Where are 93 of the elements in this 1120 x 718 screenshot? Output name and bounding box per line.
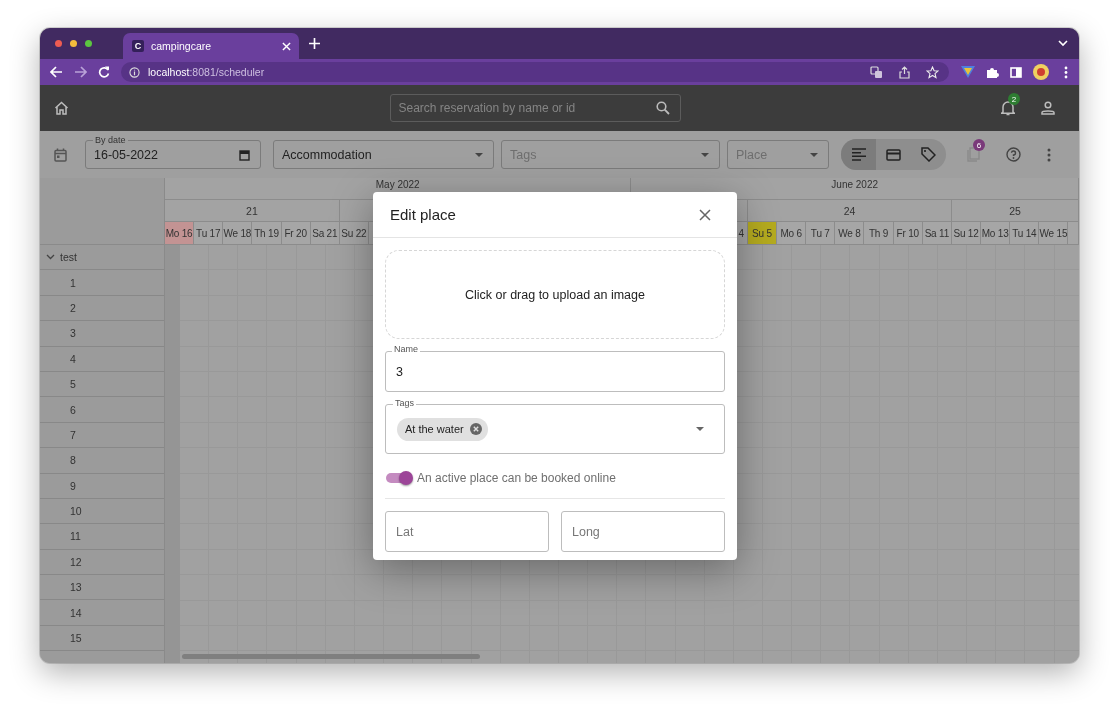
avatar-icon[interactable] bbox=[1033, 64, 1049, 80]
browser-tab[interactable]: C campingcare bbox=[123, 33, 299, 59]
caret-icon bbox=[810, 152, 818, 157]
reload-icon[interactable] bbox=[98, 66, 110, 78]
resource-row[interactable]: 7 bbox=[40, 422, 164, 449]
date-value: 16-05-2022 bbox=[94, 147, 159, 162]
help-icon[interactable] bbox=[1006, 147, 1021, 162]
person-icon[interactable] bbox=[1041, 101, 1055, 115]
puzzle-icon[interactable] bbox=[986, 65, 999, 79]
month-header: June 2022 bbox=[631, 178, 1079, 200]
search-icon bbox=[655, 101, 670, 115]
resource-row[interactable]: 15 bbox=[40, 625, 164, 652]
align-left-icon bbox=[851, 148, 866, 161]
tag-icon bbox=[921, 147, 936, 162]
resource-row[interactable]: 9 bbox=[40, 473, 164, 499]
close-window-icon[interactable] bbox=[55, 40, 62, 47]
document-icon[interactable] bbox=[967, 147, 980, 162]
day-header[interactable]: Sa 21 bbox=[310, 222, 340, 245]
address-bar[interactable]: localhost:8081/scheduler bbox=[121, 62, 949, 82]
documents-badge: 6 bbox=[973, 139, 985, 151]
sidebar-icon[interactable] bbox=[1010, 66, 1022, 78]
day-header[interactable]: Sa 11 bbox=[922, 222, 952, 245]
week-header: 21 bbox=[165, 200, 340, 222]
favicon: C bbox=[132, 40, 144, 52]
caret-icon bbox=[475, 152, 483, 157]
info-icon bbox=[129, 66, 140, 78]
resource-row[interactable]: 12 bbox=[40, 549, 164, 576]
day-header[interactable]: Tu 7 bbox=[806, 222, 836, 245]
longitude-field[interactable]: Long bbox=[561, 511, 725, 552]
accommodation-select[interactable]: Accommodation bbox=[273, 140, 494, 169]
minimize-window-icon[interactable] bbox=[70, 40, 77, 47]
week-header: 25 bbox=[952, 200, 1079, 222]
credit-card-icon bbox=[886, 148, 901, 161]
translate-icon[interactable] bbox=[870, 65, 883, 79]
resource-row[interactable]: 4 bbox=[40, 346, 164, 372]
active-switch[interactable] bbox=[385, 471, 413, 485]
day-header[interactable]: Mo 6 bbox=[777, 222, 807, 245]
group-row[interactable]: test bbox=[40, 245, 164, 271]
dialog-title: Edit place bbox=[390, 206, 456, 223]
caret-icon bbox=[696, 427, 704, 431]
day-header[interactable]: Th 19 bbox=[252, 222, 282, 245]
name-field[interactable]: 3 bbox=[385, 351, 725, 392]
latitude-field[interactable]: Lat bbox=[385, 511, 549, 552]
day-header[interactable]: Su 5 bbox=[747, 222, 778, 245]
resource-row[interactable]: 10 bbox=[40, 498, 164, 525]
day-header[interactable]: Tu 17 bbox=[194, 222, 224, 245]
calendar-icon bbox=[239, 148, 250, 161]
resource-row[interactable]: 6 bbox=[40, 397, 164, 423]
bell-icon[interactable] bbox=[1001, 100, 1015, 116]
remove-icon[interactable] bbox=[469, 423, 482, 435]
resource-row[interactable]: 1 bbox=[40, 270, 164, 296]
back-icon[interactable] bbox=[50, 66, 63, 78]
resource-row[interactable]: 14 bbox=[40, 600, 164, 626]
day-header[interactable]: Fr 10 bbox=[893, 222, 923, 245]
day-header[interactable]: Fr 20 bbox=[281, 222, 311, 245]
resource-row[interactable]: 5 bbox=[40, 371, 164, 398]
share-icon[interactable] bbox=[899, 65, 910, 79]
maximize-window-icon[interactable] bbox=[85, 40, 92, 47]
resource-row[interactable]: 13 bbox=[40, 575, 164, 601]
menu-icon[interactable] bbox=[1064, 65, 1068, 79]
more-icon[interactable] bbox=[1047, 147, 1051, 162]
search-field[interactable]: Search reservation by name or id bbox=[389, 94, 681, 122]
notification-badge: 2 bbox=[1008, 93, 1020, 105]
home-icon[interactable] bbox=[54, 101, 69, 115]
image-upload-area[interactable]: Click or drag to upload an image bbox=[385, 250, 725, 339]
extension-icon[interactable] bbox=[961, 66, 975, 78]
view-toggle-button[interactable] bbox=[841, 139, 876, 170]
new-tab-icon[interactable] bbox=[309, 38, 320, 49]
day-header[interactable]: We 8 bbox=[835, 222, 865, 245]
day-header[interactable]: Mo 13 bbox=[981, 222, 1011, 245]
resource-row[interactable]: 3 bbox=[40, 321, 164, 347]
close-icon[interactable] bbox=[699, 208, 711, 221]
day-header[interactable]: Su 12 bbox=[951, 222, 982, 245]
day-header[interactable]: We 18 bbox=[223, 222, 253, 245]
day-header[interactable]: Mo 16 bbox=[165, 222, 195, 245]
resource-row[interactable]: 8 bbox=[40, 448, 164, 474]
resource-row[interactable]: 11 bbox=[40, 524, 164, 550]
resource-row[interactable]: 2 bbox=[40, 295, 164, 322]
caret-icon bbox=[701, 152, 709, 157]
star-icon[interactable] bbox=[926, 65, 939, 79]
calendar-icon[interactable] bbox=[54, 147, 67, 162]
field-label: Tags bbox=[393, 398, 416, 408]
day-header[interactable]: We 15 bbox=[1039, 222, 1069, 245]
day-header[interactable]: Su 22 bbox=[339, 222, 369, 245]
day-header[interactable]: Tu 14 bbox=[1010, 222, 1040, 245]
scrollbar-thumb[interactable] bbox=[182, 654, 480, 659]
tag-chip: At the water bbox=[397, 417, 488, 441]
week-header: 24 bbox=[748, 200, 953, 222]
chevron-down-icon[interactable] bbox=[1058, 40, 1068, 47]
day-header[interactable]: Th 9 bbox=[864, 222, 894, 245]
forward-icon[interactable] bbox=[74, 66, 87, 78]
url-text: localhost:8081/scheduler bbox=[148, 66, 265, 78]
switch-label: An active place can be booked online bbox=[417, 471, 616, 485]
